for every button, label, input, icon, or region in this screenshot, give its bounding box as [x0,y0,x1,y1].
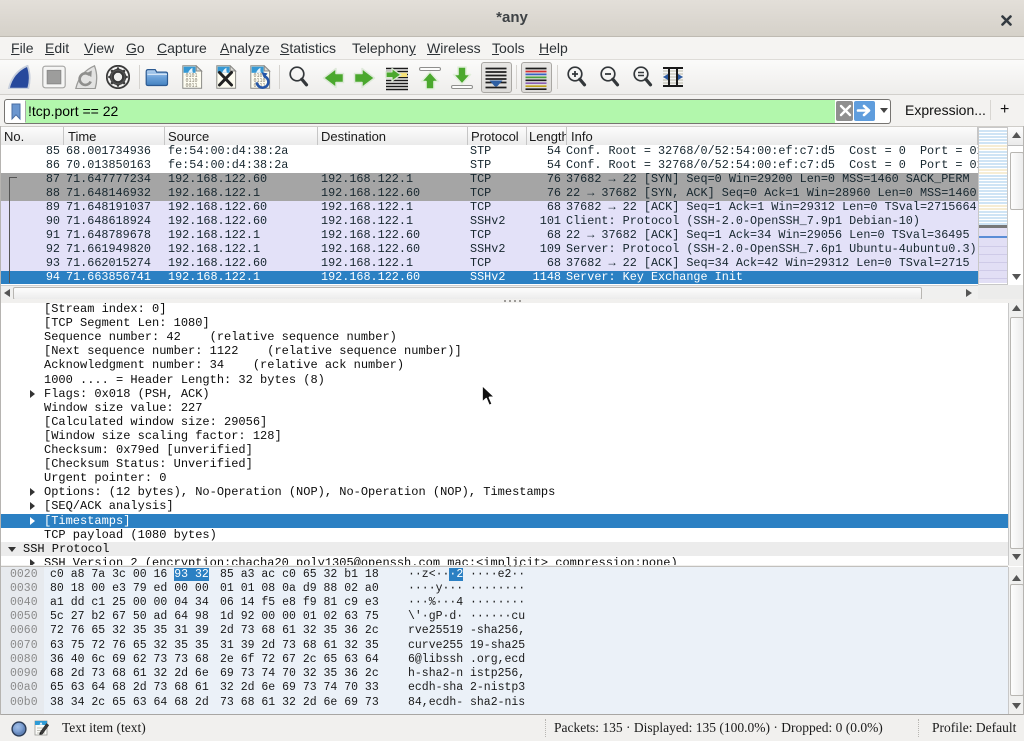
svg-text:0011: 0011 [186,83,198,89]
